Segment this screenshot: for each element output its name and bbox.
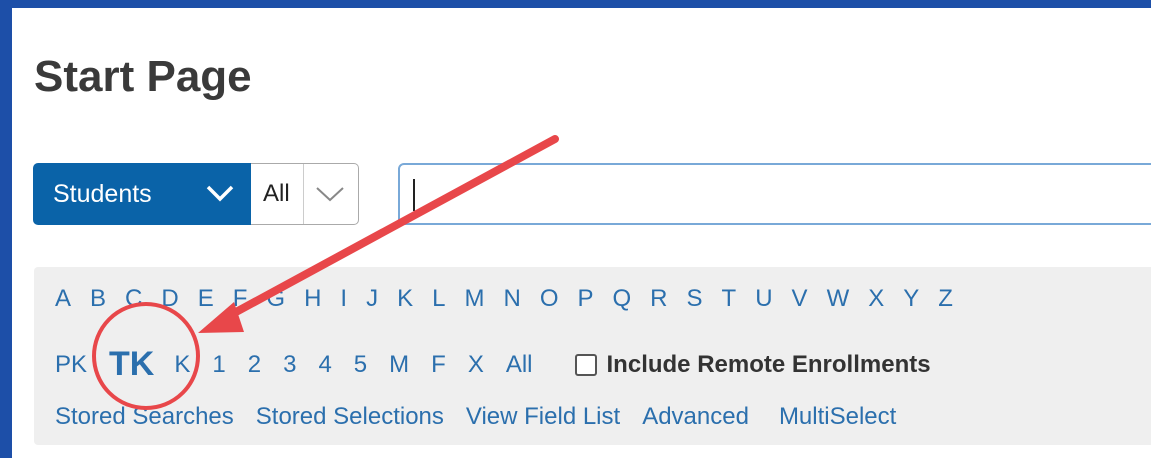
letter-link-g[interactable]: G (266, 285, 285, 313)
gender-link-f[interactable]: F (431, 351, 446, 379)
letter-link-f[interactable]: F (233, 285, 248, 313)
grade-link-3[interactable]: 3 (283, 351, 296, 379)
letter-link-x[interactable]: X (868, 285, 884, 313)
letter-link-s[interactable]: S (687, 285, 703, 313)
chevron-down-icon (206, 185, 234, 202)
letter-link-j[interactable]: J (366, 285, 378, 313)
letter-link-u[interactable]: U (755, 285, 772, 313)
letter-link-d[interactable]: D (161, 285, 178, 313)
letter-link-a[interactable]: A (55, 285, 71, 313)
advanced-link[interactable]: Advanced (642, 403, 749, 431)
alphabet-row: A B C D E F G H I J K L M N O P Q R S T … (55, 285, 972, 313)
scope-dropdown-label: All (263, 180, 290, 207)
remote-enrollments-label: Include Remote Enrollments (606, 350, 931, 378)
scope-dropdown[interactable]: All (251, 163, 359, 225)
letter-link-w[interactable]: W (827, 285, 850, 313)
search-options-panel: A B C D E F G H I J K L M N O P Q R S T … (34, 267, 1151, 445)
remote-enrollments-checkbox[interactable] (574, 353, 597, 376)
grade-link-pk[interactable]: PK (55, 351, 87, 379)
letter-link-v[interactable]: V (792, 285, 808, 313)
category-dropdown-label: Students (53, 179, 152, 208)
letter-link-t[interactable]: T (722, 285, 737, 313)
letter-link-y[interactable]: Y (903, 285, 919, 313)
letter-link-p[interactable]: P (577, 285, 593, 313)
letter-link-l[interactable]: L (432, 285, 445, 313)
letter-link-c[interactable]: C (125, 285, 142, 313)
grade-link-5[interactable]: 5 (354, 351, 367, 379)
grade-link-2[interactable]: 2 (248, 351, 261, 379)
view-field-list-link[interactable]: View Field List (466, 403, 620, 431)
stored-searches-link[interactable]: Stored Searches (55, 403, 234, 431)
search-input[interactable] (398, 163, 1151, 225)
all-link[interactable]: All (506, 351, 533, 379)
category-dropdown[interactable]: Students (33, 163, 251, 225)
grade-link-4[interactable]: 4 (318, 351, 331, 379)
gender-link-m[interactable]: M (389, 351, 409, 379)
multiselect-link[interactable]: MultiSelect (779, 403, 896, 431)
grade-link-tk[interactable]: TK (109, 345, 154, 384)
grade-row: PK TK K 1 2 3 4 5 M F X All Include Remo… (55, 345, 931, 384)
chevron-down-icon (316, 187, 344, 202)
letter-link-r[interactable]: R (650, 285, 667, 313)
letter-link-b[interactable]: B (90, 285, 106, 313)
letter-link-n[interactable]: N (503, 285, 520, 313)
letter-link-m[interactable]: M (464, 285, 484, 313)
letter-link-h[interactable]: H (304, 285, 321, 313)
search-tools-row: Stored Searches Stored Selections View F… (55, 403, 918, 431)
scope-divider (303, 164, 304, 224)
stored-selections-link[interactable]: Stored Selections (256, 403, 444, 431)
letter-link-z[interactable]: Z (938, 285, 953, 313)
letter-link-e[interactable]: E (198, 285, 214, 313)
letter-link-k[interactable]: K (397, 285, 413, 313)
grade-link-1[interactable]: 1 (212, 351, 225, 379)
gender-link-x[interactable]: X (468, 351, 484, 379)
page-frame: Start Page Students All A B C D E F G H … (12, 8, 1151, 458)
text-caret (413, 179, 415, 211)
grade-link-k[interactable]: K (174, 351, 190, 379)
letter-link-i[interactable]: I (340, 285, 347, 313)
letter-link-q[interactable]: Q (613, 285, 632, 313)
remote-enrollments-toggle[interactable]: Include Remote Enrollments (574, 350, 931, 379)
letter-link-o[interactable]: O (540, 285, 559, 313)
page-title: Start Page (34, 52, 252, 101)
